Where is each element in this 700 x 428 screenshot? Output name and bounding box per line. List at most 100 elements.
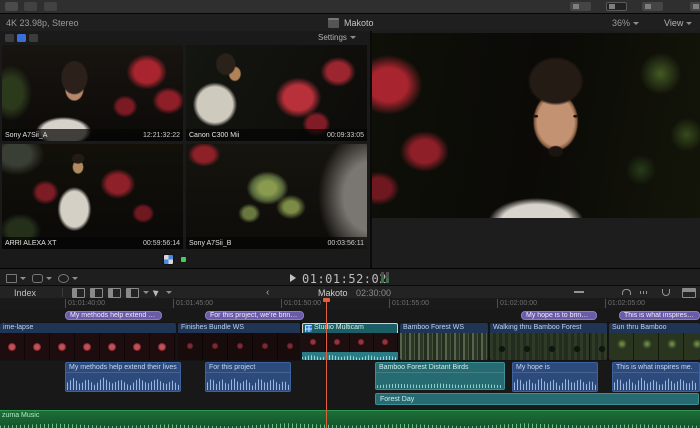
timeline-back-button[interactable]: ‹ [266, 287, 269, 298]
clip-name: Sun thru Bamboo [609, 323, 700, 333]
chevron-down-icon [633, 22, 639, 25]
video-clip[interactable]: Bamboo Forest WS [400, 323, 488, 360]
music-clip[interactable]: zuma Music [0, 410, 700, 428]
timecode-display[interactable]: 01:01:52:02 [302, 272, 387, 286]
waveform [514, 374, 596, 390]
waveform [377, 381, 503, 388]
format-info: 4K 23.98p, Stereo [6, 18, 79, 28]
timeline-duration: 02:30:00 [356, 288, 391, 298]
inspector-toggle-icon[interactable] [642, 2, 663, 11]
import-icon[interactable] [5, 2, 18, 11]
angle-video-thumbnail [186, 144, 367, 249]
video-clip[interactable]: Sun thru Bamboo [609, 323, 700, 360]
angle-label: Sony A7Sii_B 00:03:56:11 [186, 237, 367, 249]
video-only-switch-icon[interactable] [17, 34, 26, 42]
keywords-icon[interactable] [24, 2, 37, 11]
chevron-down-icon [46, 277, 52, 280]
clip-filmstrip [609, 333, 700, 360]
multicam-grid-icon[interactable] [164, 255, 173, 264]
overwrite-edit-icon[interactable] [126, 288, 139, 298]
effects-browser-icon[interactable] [682, 288, 696, 298]
chevron-down-icon[interactable] [166, 291, 172, 294]
audio-meter-right[interactable] [386, 272, 389, 283]
chevron-down-icon[interactable] [143, 291, 149, 294]
crop-dropdown[interactable] [6, 274, 26, 283]
video-clip[interactable]: Walking thru Bamboo Forest [490, 323, 607, 360]
video-audio-switch-icon[interactable] [5, 34, 14, 42]
audio-clip[interactable]: My methods help extend their lives [65, 362, 181, 392]
clip-name: Studio Multicam [302, 323, 398, 333]
clip-filmstrip [0, 333, 176, 360]
angle-cell-canon-c300[interactable]: Canon C300 Mii 00:09:33:05 [186, 45, 367, 141]
title-clip[interactable]: My methods help extend their lives... [65, 311, 162, 320]
multicam-clip[interactable]: Studio Multicam [302, 323, 398, 360]
insert-edit-icon[interactable] [90, 288, 103, 298]
viewer-video[interactable] [372, 33, 700, 218]
window-toolbar [0, 0, 700, 14]
audio-clip[interactable]: This is what inspires me. [612, 362, 700, 392]
clip-filmstrip [178, 333, 300, 360]
skimming-icon[interactable] [574, 291, 584, 293]
clip-filmstrip [490, 333, 607, 360]
audio-clip[interactable]: My hope is [512, 362, 598, 392]
title-clip[interactable]: This is what inspires me... [619, 311, 700, 320]
chevron-down-icon [20, 277, 26, 280]
angle-name: Sony A7Sii_A [5, 132, 47, 139]
film-icon [328, 18, 339, 28]
ruler-tick: 01:01:40:00 [65, 299, 105, 308]
audio-clip[interactable]: Bamboo Forest Distant Birds [375, 362, 505, 390]
title-clip[interactable]: My hope is to bring us close... [521, 311, 597, 320]
angle-cell-sony-a7sii-a[interactable]: Sony A7Sii_A 12:21:32:22 [2, 45, 183, 141]
timeline-project-name: Makoto [318, 288, 348, 298]
timeline-toolbar: Index ‹ Makoto 02:30:00 [0, 285, 700, 299]
effects-dropdown[interactable] [32, 274, 52, 283]
play-button[interactable] [290, 274, 296, 282]
playhead[interactable] [326, 298, 327, 428]
snapping-icon[interactable] [662, 289, 670, 296]
angle-video-thumbnail [2, 144, 183, 249]
audio-clip[interactable]: For this project [205, 362, 291, 392]
clip-name: ime-lapse [0, 323, 176, 333]
clip-name: Bamboo Forest WS [400, 323, 488, 333]
audio-meter-left[interactable] [381, 272, 384, 283]
video-clip[interactable]: Finishes Bundle WS [178, 323, 300, 360]
angle-label: Sony A7Sii_A 12:21:32:22 [2, 129, 183, 141]
index-button[interactable]: Index [14, 288, 36, 298]
solo-icon[interactable] [622, 289, 631, 295]
connect-edit-icon[interactable] [72, 288, 85, 298]
arrow-tool-icon[interactable] [153, 288, 160, 296]
background-tasks-icon[interactable] [44, 2, 57, 11]
angle-label: Canon C300 Mii 00:09:33:05 [186, 129, 367, 141]
chevron-down-icon [72, 277, 78, 280]
clip-audio-waveform [302, 352, 398, 360]
viewer-project-title: Makoto [344, 18, 374, 28]
waveform [207, 374, 289, 390]
title-clip[interactable]: For this project, we're bringing nature.… [205, 311, 304, 320]
angle-name: Sony A7Sii_B [189, 240, 231, 247]
angle-name: ARRI ALEXA XT [5, 240, 56, 247]
browser-toggle-icon[interactable] [570, 2, 591, 11]
angle-video-thumbnail [186, 45, 367, 141]
multicam-badge-icon [305, 325, 312, 332]
record-indicator [181, 257, 186, 262]
transport-bar: 01:01:52:02 [0, 268, 700, 286]
angle-cell-sony-a7sii-b[interactable]: Sony A7Sii_B 00:03:56:11 [186, 144, 367, 249]
angle-timecode: 00:09:33:05 [327, 132, 364, 139]
clip-filmstrip [400, 333, 488, 360]
audio-only-switch-icon[interactable] [29, 34, 38, 42]
ruler-tick: 01:01:55:00 [389, 299, 429, 308]
video-clip[interactable]: ime-lapse [0, 323, 176, 360]
ruler-tick: 01:02:00:00 [497, 299, 537, 308]
retime-dropdown[interactable] [58, 274, 78, 283]
main-viewer [372, 31, 700, 268]
clip-name: Walking thru Bamboo Forest [490, 323, 607, 333]
audio-skimming-icon[interactable] [640, 291, 649, 294]
view-menu-button[interactable]: View [664, 18, 692, 28]
timeline-toggle-icon[interactable] [606, 2, 627, 11]
settings-dropdown[interactable]: Settings [318, 33, 356, 42]
append-edit-icon[interactable] [108, 288, 121, 298]
extra-panel-toggle-icon[interactable] [690, 2, 700, 11]
angle-cell-arri-alexa[interactable]: ARRI ALEXA XT 00:59:56:14 [2, 144, 183, 249]
zoom-level-dropdown[interactable]: 36% [612, 18, 639, 28]
audio-clip[interactable]: Forest Day [375, 393, 699, 405]
